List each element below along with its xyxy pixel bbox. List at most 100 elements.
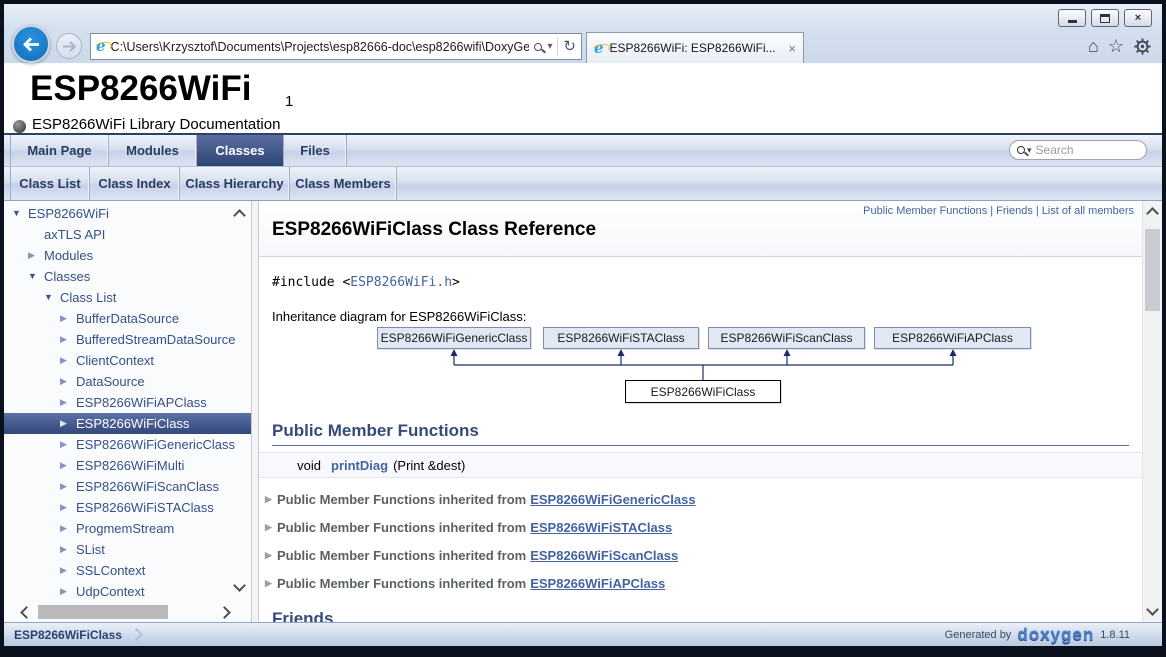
inherited-section-genericclass[interactable]: ▶ Public Member Functions inherited from… <box>265 486 1142 512</box>
favorites-star-icon[interactable]: ☆ <box>1108 36 1124 56</box>
minimize-button[interactable] <box>1058 9 1086 27</box>
tree-item-datasource[interactable]: ▶DataSource <box>4 371 251 392</box>
include-file-link[interactable]: ESP8266WiFi.h <box>350 275 452 290</box>
tree-item-classes[interactable]: ▼Classes <box>4 266 251 287</box>
link-list-of-all-members[interactable]: List of all members <box>1042 205 1134 217</box>
maximize-button[interactable] <box>1091 9 1119 27</box>
member-name-link[interactable]: printDiag <box>331 458 388 473</box>
settings-gear-icon[interactable] <box>1133 37 1152 56</box>
tree-collapsed-icon[interactable]: ▶ <box>60 455 76 476</box>
tab-class-list[interactable]: Class List <box>10 167 90 200</box>
tree-expanded-icon[interactable]: ▼ <box>44 287 60 308</box>
inherited-section-scanclass[interactable]: ▶ Public Member Functions inherited from… <box>265 542 1142 568</box>
tree-collapsed-icon[interactable]: ▶ <box>60 350 76 371</box>
scroll-right-icon[interactable] <box>218 606 231 619</box>
back-button[interactable] <box>12 25 50 63</box>
tree-collapsed-icon[interactable]: ▶ <box>60 518 76 539</box>
tree-item-udpcontext[interactable]: ▶UdpContext <box>4 581 251 602</box>
tree-item-progmemstream[interactable]: ▶ProgmemStream <box>4 518 251 539</box>
inherited-class-link[interactable]: ESP8266WiFiScanClass <box>530 548 678 563</box>
tree-item-esp8266wifimulti[interactable]: ▶ESP8266WiFiMulti <box>4 455 251 476</box>
member-args: (Print &dest) <box>393 458 465 473</box>
maximize-icon <box>1100 14 1110 23</box>
close-button[interactable]: × <box>1124 9 1152 27</box>
tree-item-modules[interactable]: ▶Modules <box>4 245 251 266</box>
tab-files[interactable]: Files <box>284 135 347 166</box>
tree-item-bufferedstreamdatasource[interactable]: ▶BufferedStreamDataSource <box>4 329 251 350</box>
inherited-section-apclass[interactable]: ▶ Public Member Functions inherited from… <box>265 570 1142 596</box>
scrollbar-thumb[interactable] <box>38 605 168 619</box>
diagram-node-esp8266wifiscanclass[interactable]: ESP8266WiFiScanClass <box>708 327 865 349</box>
address-dropdown-icon[interactable]: ▾ <box>547 42 552 52</box>
diagram-node-esp8266wifiapclass[interactable]: ESP8266WiFiAPClass <box>874 327 1031 349</box>
tree-item-bufferdatasource[interactable]: ▶BufferDataSource <box>4 308 251 329</box>
browser-tab[interactable]: e ESP8266WiFi: ESP8266WiFi... × <box>586 32 804 63</box>
tree-expanded-icon[interactable]: ▼ <box>28 266 44 287</box>
address-bar[interactable]: e C:\Users\Krzysztof\Documents\Projects\… <box>90 33 582 60</box>
tree-item-esp8266wifiscanclass[interactable]: ▶ESP8266WiFiScanClass <box>4 476 251 497</box>
project-version: 1 <box>285 93 293 110</box>
tree-item-esp8266wifiapclass[interactable]: ▶ESP8266WiFiAPClass <box>4 392 251 413</box>
tree-collapsed-icon[interactable]: ▶ <box>60 392 76 413</box>
tree-collapsed-icon[interactable]: ▶ <box>60 371 76 392</box>
tab-classes[interactable]: Classes <box>197 135 284 166</box>
tree-collapsed-icon[interactable]: ▶ <box>60 434 76 455</box>
doxygen-logo[interactable]: doxygen <box>1017 625 1094 645</box>
tab-modules[interactable]: Modules <box>109 135 197 166</box>
doc-search-placeholder[interactable]: Search <box>1036 143 1074 157</box>
scroll-down-icon[interactable] <box>1146 603 1159 616</box>
inherited-class-link[interactable]: ESP8266WiFiAPClass <box>530 576 665 591</box>
tree-collapsed-icon[interactable]: ▶ <box>28 245 44 266</box>
sidebar-horizontal-scrollbar[interactable] <box>4 603 243 622</box>
tree-item-esp8266wifigenericclass[interactable]: ▶ESP8266WiFiGenericClass <box>4 434 251 455</box>
tab-class-hierarchy[interactable]: Class Hierarchy <box>180 167 290 200</box>
tree-collapsed-icon[interactable]: ▶ <box>60 539 76 560</box>
inherited-class-link[interactable]: ESP8266WiFiGenericClass <box>530 492 695 507</box>
tree-item-clientcontext[interactable]: ▶ClientContext <box>4 350 251 371</box>
scroll-up-icon[interactable] <box>1146 207 1159 220</box>
tree-collapsed-icon[interactable]: ▶ <box>60 413 76 434</box>
tab-class-members[interactable]: Class Members <box>290 167 397 200</box>
doc-search-icon[interactable] <box>1017 146 1025 154</box>
doc-search-box[interactable]: ▾ Search <box>1009 140 1147 160</box>
url-text[interactable]: C:\Users\Krzysztof\Documents\Projects\es… <box>111 40 530 54</box>
tree-collapsed-icon[interactable]: ▶ <box>60 560 76 581</box>
content-vertical-scrollbar[interactable] <box>1142 201 1162 622</box>
link-public-member-functions[interactable]: Public Member Functions <box>863 205 987 217</box>
tree-item-esp8266wificlass[interactable]: ▶ESP8266WiFiClass <box>4 413 251 434</box>
tree-item-esp8266wifistaclass[interactable]: ▶ESP8266WiFiSTAClass <box>4 497 251 518</box>
search-icon[interactable] <box>534 43 542 51</box>
tree-collapsed-icon[interactable]: ▶ <box>60 308 76 329</box>
tab-class-index[interactable]: Class Index <box>90 167 180 200</box>
diagram-node-esp8266wifistaclass[interactable]: ESP8266WiFiSTAClass <box>543 327 699 349</box>
home-icon[interactable]: ⌂ <box>1088 36 1099 56</box>
close-icon: × <box>1135 13 1141 24</box>
inherited-section-staclass[interactable]: ▶ Public Member Functions inherited from… <box>265 514 1142 540</box>
tree-collapsed-icon[interactable]: ▶ <box>60 581 76 602</box>
tab-main-page[interactable]: Main Page <box>10 135 109 166</box>
scroll-up-icon[interactable] <box>233 209 246 222</box>
tree-expanded-icon[interactable]: ▼ <box>12 203 28 224</box>
scrollbar-thumb[interactable] <box>1145 229 1160 311</box>
scroll-left-icon[interactable] <box>20 606 33 619</box>
inherited-class-link[interactable]: ESP8266WiFiSTAClass <box>530 520 672 535</box>
tree-collapsed-icon[interactable]: ▶ <box>60 497 76 518</box>
tree-item-class-list[interactable]: ▼Class List <box>4 287 251 308</box>
forward-button[interactable] <box>56 33 82 59</box>
tab-close-icon[interactable]: × <box>788 42 796 55</box>
tree-item-esp8266wifi[interactable]: ▼ESP8266WiFi <box>4 203 251 224</box>
refresh-icon[interactable]: ↻ <box>563 39 576 54</box>
tree-collapsed-icon[interactable]: ▶ <box>60 329 76 350</box>
tab-title: ESP8266WiFi: ESP8266WiFi... <box>610 41 783 55</box>
sidebar-vertical-scrollbar[interactable] <box>232 201 248 600</box>
diagram-node-esp8266wifigenericclass[interactable]: ESP8266WiFiGenericClass <box>377 327 531 349</box>
scroll-down-icon[interactable] <box>233 579 246 592</box>
sidebar-splitter[interactable] <box>251 201 259 622</box>
link-friends[interactable]: Friends <box>996 205 1033 217</box>
tree-item-sslcontext[interactable]: ▶SSLContext <box>4 560 251 581</box>
title-bar[interactable]: × <box>4 4 1162 30</box>
tree-item-slist[interactable]: ▶SList <box>4 539 251 560</box>
tree-item-axtls-api[interactable]: axTLS API <box>4 224 251 245</box>
tree-collapsed-icon[interactable]: ▶ <box>60 476 76 497</box>
breadcrumb[interactable]: ESP8266WiFiClass <box>14 628 122 642</box>
